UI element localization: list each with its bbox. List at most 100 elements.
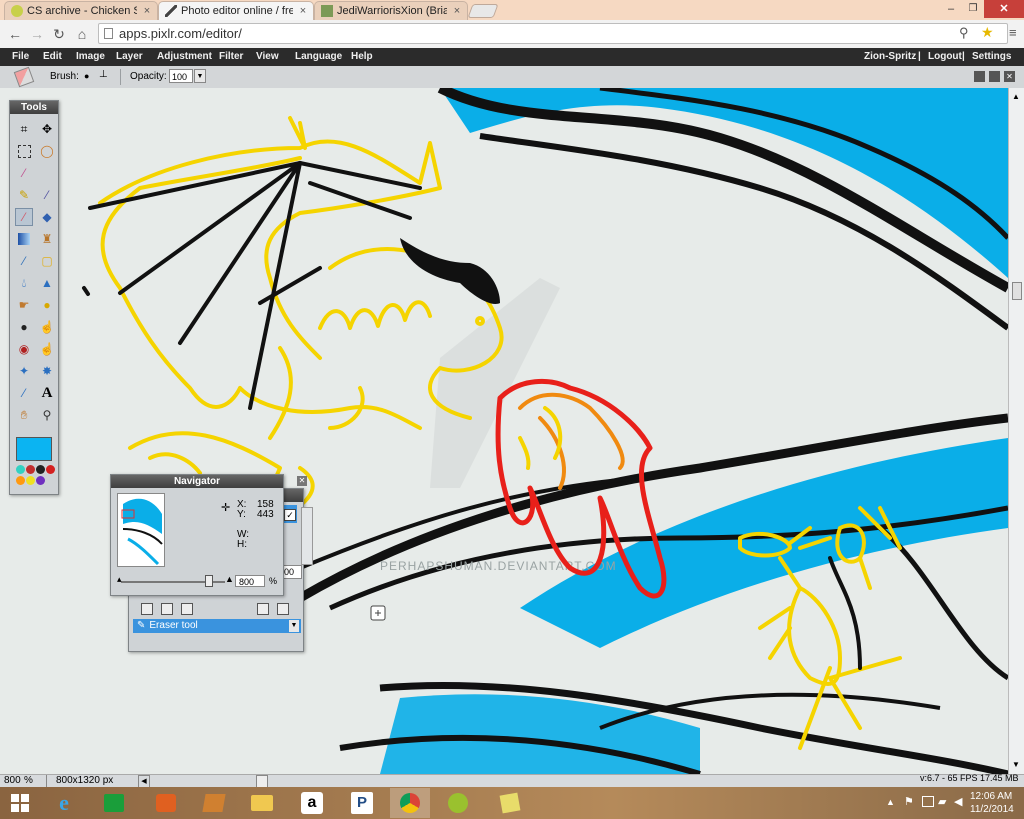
clock-time[interactable]: 12:06 AM bbox=[970, 791, 1012, 802]
close-tab-icon[interactable]: × bbox=[451, 5, 463, 17]
settings-link[interactable]: Settings bbox=[972, 51, 1011, 62]
scroll-thumb[interactable] bbox=[1012, 282, 1022, 300]
menu-layer[interactable]: Layer bbox=[116, 51, 143, 62]
history-item-eraser[interactable]: ✎ Eraser tool bbox=[133, 619, 301, 633]
opacity-input[interactable]: 100 bbox=[169, 69, 193, 83]
reload-icon[interactable]: ↻ bbox=[50, 25, 68, 43]
start-button[interactable] bbox=[0, 788, 40, 818]
sponge-tool-icon[interactable]: ● bbox=[38, 296, 56, 314]
crop-tool-icon[interactable]: ⌗ bbox=[15, 120, 33, 138]
scroll-down-icon[interactable]: ▼ bbox=[1012, 760, 1020, 769]
brush-tool-icon[interactable]: ⁄ bbox=[38, 186, 56, 204]
restore-window-icon[interactable]: ❐ bbox=[966, 2, 980, 16]
tab-photo-editor[interactable]: Photo editor online / free × bbox=[158, 1, 314, 20]
drawing-tool-icon[interactable]: ▢ bbox=[38, 252, 56, 270]
burn-tool-icon[interactable]: ☝ bbox=[38, 318, 56, 336]
close-tab-icon[interactable]: × bbox=[141, 5, 153, 17]
dodge-tool-icon[interactable]: ● bbox=[15, 318, 33, 336]
search-icon[interactable]: ⚲ bbox=[959, 25, 969, 41]
blur-tool-icon[interactable]: 💧︎ bbox=[15, 274, 33, 292]
hand-tool-icon[interactable]: ✋︎ bbox=[15, 406, 33, 424]
pixlr-icon[interactable] bbox=[438, 788, 478, 818]
url-field[interactable]: apps.pixlr.com/editor/ ⚲ ★ bbox=[98, 23, 1008, 44]
scroll-up-icon[interactable]: ▲ bbox=[1012, 92, 1020, 101]
swatch-red[interactable] bbox=[46, 465, 55, 474]
zoom-out-icon[interactable]: ▴ bbox=[117, 574, 122, 585]
menu-filter[interactable]: Filter bbox=[219, 51, 243, 62]
back-arrow-icon[interactable]: ← bbox=[6, 25, 24, 43]
amazon-icon[interactable]: a bbox=[292, 788, 332, 818]
swatch-black[interactable] bbox=[36, 465, 45, 474]
pencil-tool-icon[interactable]: ✎ bbox=[15, 186, 33, 204]
new-document-icon[interactable] bbox=[257, 603, 269, 615]
home-icon[interactable]: ⌂ bbox=[73, 25, 91, 43]
color-replace-tool-icon[interactable]: ⁄ bbox=[15, 252, 33, 270]
stamp-tool-icon[interactable]: ♜ bbox=[38, 230, 56, 248]
marquee-tool-icon[interactable] bbox=[15, 142, 33, 160]
minimize-window-icon[interactable]: – bbox=[944, 2, 958, 16]
tray-expand-icon[interactable]: ▲ bbox=[886, 797, 895, 807]
clock-date[interactable]: 11/2/2014 bbox=[970, 804, 1014, 815]
color-picker-tool-icon[interactable]: ⁄ bbox=[15, 384, 33, 402]
chrome-menu-icon[interactable]: ≡ bbox=[1009, 26, 1021, 40]
volume-icon[interactable]: ◀︎ bbox=[954, 795, 962, 808]
username[interactable]: Zion-Spritz bbox=[864, 51, 916, 62]
vertical-scrollbar[interactable]: ▲ ▼ bbox=[1008, 88, 1024, 774]
sticky-notes-icon[interactable] bbox=[490, 788, 530, 818]
brush-dropdown-icon[interactable]: ⊥ bbox=[99, 69, 108, 80]
media-icon[interactable] bbox=[194, 788, 234, 818]
menu-image[interactable]: Image bbox=[76, 51, 105, 62]
pandora-icon[interactable]: P bbox=[342, 788, 382, 818]
flag-icon[interactable]: ⚑ bbox=[904, 795, 914, 808]
zoom-in-icon[interactable]: ▲ bbox=[225, 574, 234, 584]
smudge-tool-icon[interactable]: ☛ bbox=[15, 296, 33, 314]
swatch-purple[interactable] bbox=[36, 476, 45, 485]
pinch-tool-icon[interactable]: ✸ bbox=[38, 362, 56, 380]
image-canvas[interactable]: PERHAPSHUMAN.DEVIANTART.COM bbox=[0, 88, 1008, 774]
status-zoom[interactable]: 800 bbox=[4, 775, 21, 786]
tab-deviantart[interactable]: JediWarriorisXion (Brianna × bbox=[314, 1, 468, 20]
swatch-orange[interactable] bbox=[16, 476, 25, 485]
logout-link[interactable]: Logout bbox=[928, 51, 962, 62]
bloat-tool-icon[interactable]: ✦ bbox=[15, 362, 33, 380]
new-tab-button[interactable] bbox=[467, 4, 499, 18]
internet-explorer-icon[interactable]: e bbox=[44, 788, 84, 818]
close-tab-icon[interactable]: × bbox=[297, 5, 309, 17]
navigator-panel-title[interactable]: Navigator bbox=[111, 475, 283, 488]
menu-help[interactable]: Help bbox=[351, 51, 373, 62]
move-tool-icon[interactable]: ✥ bbox=[38, 120, 56, 138]
brush-preview-icon[interactable]: ● bbox=[84, 71, 89, 81]
swatch-dark-red[interactable] bbox=[26, 465, 35, 474]
swatch-teal[interactable] bbox=[16, 465, 25, 474]
history-scrollbar[interactable] bbox=[301, 507, 313, 565]
layer-mask-icon[interactable] bbox=[161, 603, 173, 615]
type-tool-icon[interactable]: A bbox=[38, 384, 56, 402]
navigator-preview[interactable] bbox=[117, 493, 165, 567]
battery-icon[interactable] bbox=[922, 796, 934, 807]
menu-file[interactable]: File bbox=[12, 51, 29, 62]
paint-bucket-tool-icon[interactable]: ◆ bbox=[38, 208, 56, 226]
store-icon[interactable] bbox=[94, 788, 134, 818]
menu-edit[interactable]: Edit bbox=[43, 51, 62, 62]
zoom-tool-icon[interactable]: ⚲ bbox=[38, 406, 56, 424]
navigator-close-icon[interactable]: ✕ bbox=[297, 476, 307, 486]
panel-minimize-icon[interactable] bbox=[974, 71, 985, 82]
menu-language[interactable]: Language bbox=[295, 51, 342, 62]
layer-style-icon[interactable] bbox=[181, 603, 193, 615]
spot-heal-tool-icon[interactable]: ☝ bbox=[38, 340, 56, 358]
trash-icon[interactable] bbox=[277, 603, 289, 615]
tools-panel-title[interactable]: Tools bbox=[10, 101, 58, 114]
foreground-color-swatch[interactable] bbox=[16, 437, 52, 461]
tab-cs-archive[interactable]: CS archive - Chicken Smo × bbox=[4, 1, 158, 20]
network-icon[interactable]: ▰ bbox=[938, 795, 946, 808]
red-eye-tool-icon[interactable]: ◉ bbox=[15, 340, 33, 358]
add-layer-icon[interactable] bbox=[141, 603, 153, 615]
layer-visibility-checkbox[interactable]: ✓ bbox=[284, 509, 296, 521]
file-explorer-icon[interactable] bbox=[242, 788, 282, 818]
menu-view[interactable]: View bbox=[256, 51, 279, 62]
opacity-dropdown-icon[interactable]: ▼ bbox=[194, 69, 206, 83]
chrome-icon[interactable] bbox=[390, 788, 430, 818]
eraser-tool-icon[interactable]: ⁄ bbox=[15, 208, 33, 226]
lasso-tool-icon[interactable]: ◯ bbox=[38, 142, 56, 160]
magic-wand-tool-icon[interactable]: ⁄ bbox=[15, 164, 33, 182]
